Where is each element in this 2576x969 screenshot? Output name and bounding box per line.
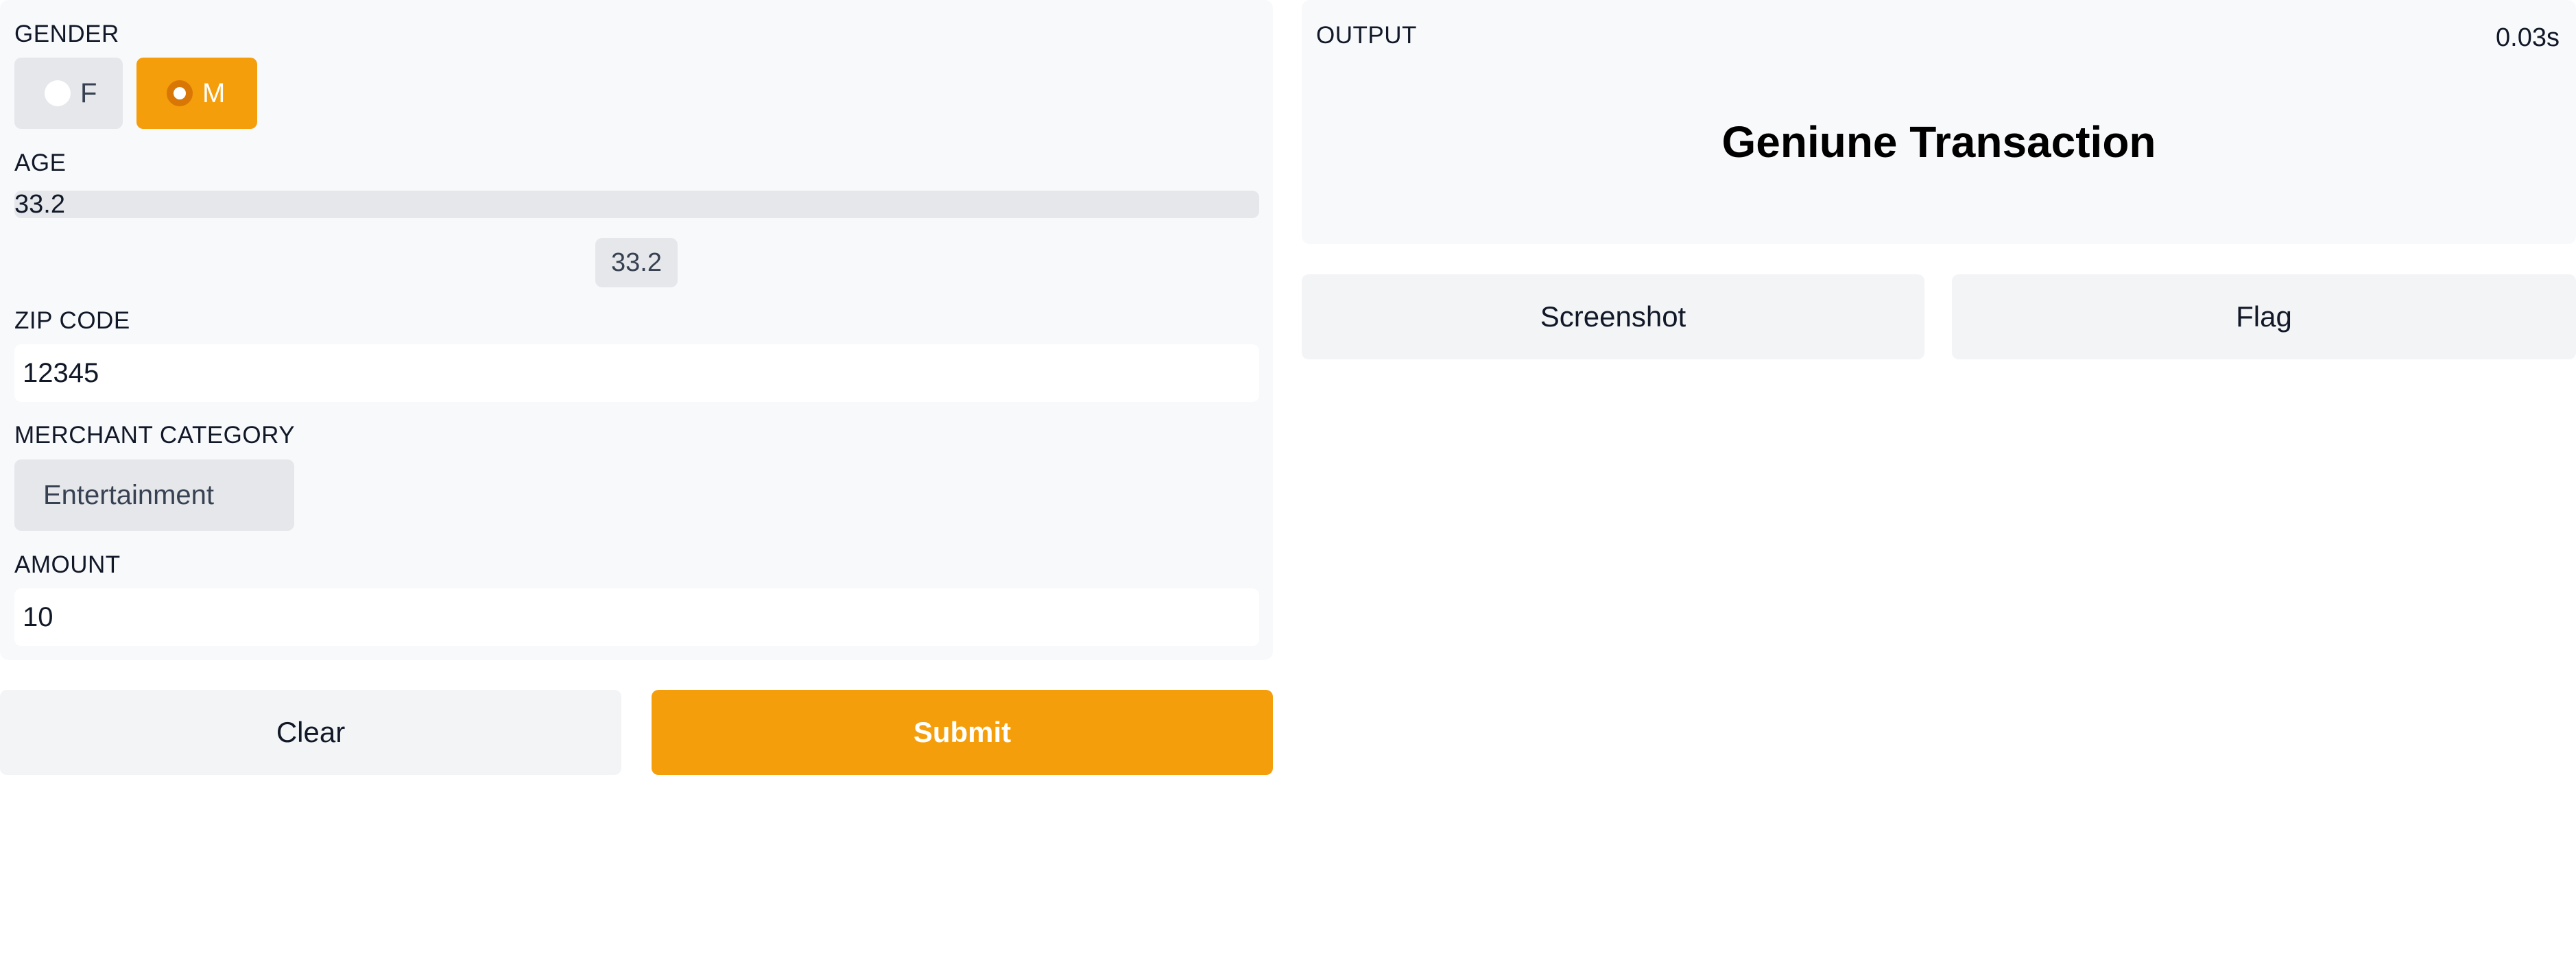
radio-checked-icon [167,80,193,106]
gender-option-label: M [202,77,226,108]
screenshot-button[interactable]: Screenshot [1302,274,1924,359]
zip-code-label: ZIP CODE [14,307,130,334]
merchant-category-dropdown[interactable]: Entertainment [14,459,294,531]
output-panel: OUTPUT 0.03s Geniune Transaction [1302,0,2576,244]
gender-label: GENDER [14,21,119,47]
zip-code-input[interactable]: 12345 [14,344,1259,402]
age-label: AGE [14,149,67,176]
flag-button[interactable]: Flag [1952,274,2576,359]
radio-unchecked-icon [45,80,71,106]
amount-label: AMOUNT [14,551,121,578]
gender-radio-m[interactable]: M [136,58,257,129]
gender-option-label: F [80,77,97,108]
clear-button[interactable]: Clear [0,690,621,775]
output-result: Geniune Transaction [1721,117,2156,167]
gender-radio-f[interactable]: F [14,58,123,129]
age-slider-value: 33.2 [14,190,65,219]
output-time: 0.03s [2496,23,2560,52]
output-label: OUTPUT [1316,22,1417,49]
age-slider[interactable] [14,191,1259,218]
age-number-input[interactable]: 33.2 [595,238,678,287]
input-panel: GENDER F M AGE 33.2 33.2 ZIP CODE 12345 … [0,0,1273,660]
amount-input[interactable]: 10 [14,588,1259,646]
merchant-category-label: MERCHANT CATEGORY [14,422,296,448]
submit-button[interactable]: Submit [652,690,1273,775]
